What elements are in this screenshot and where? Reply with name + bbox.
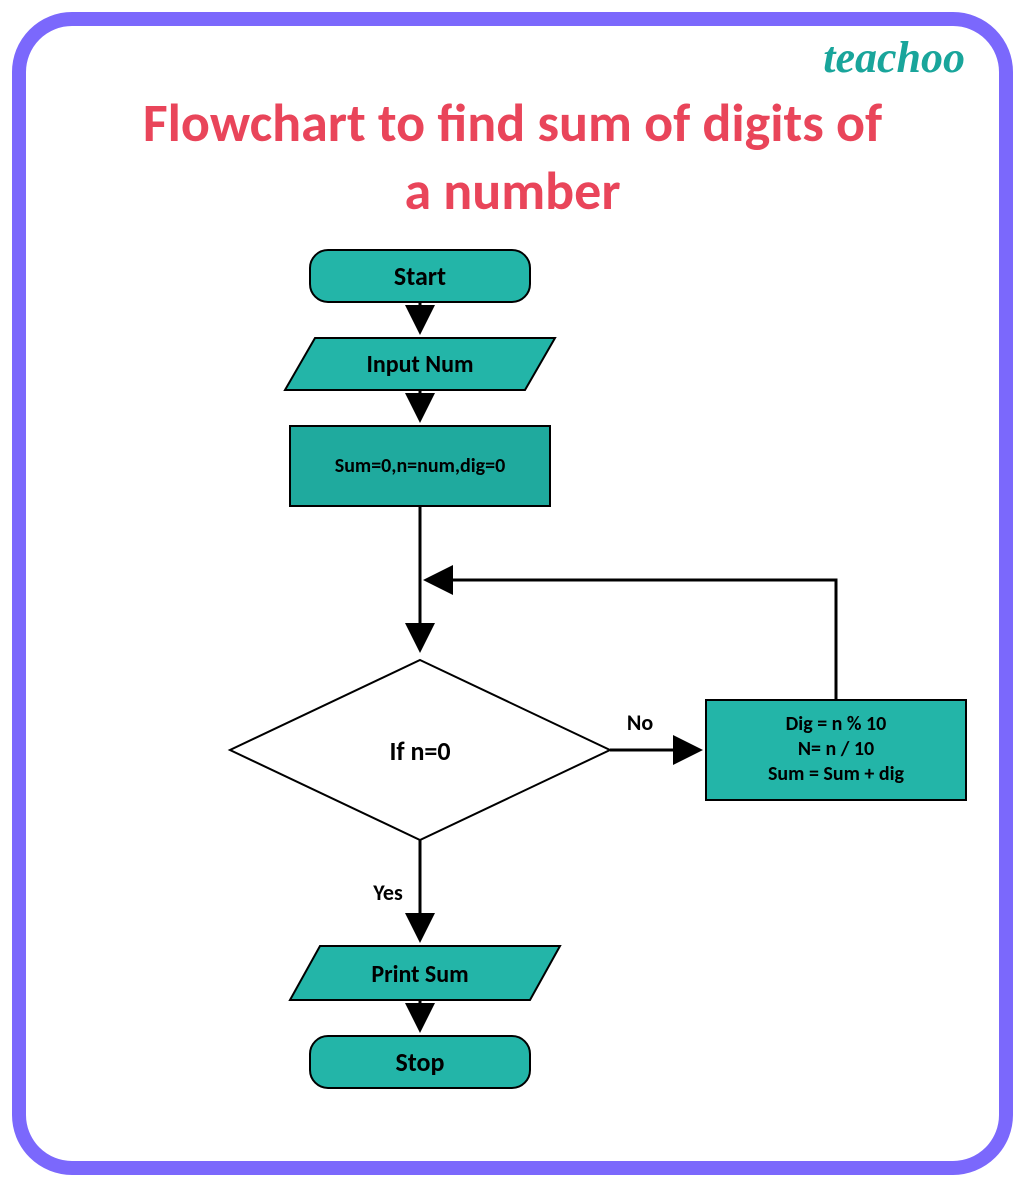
node-input-label: Input Num xyxy=(367,350,474,379)
page-title: Flowchart to find sum of digits of a num… xyxy=(0,90,1025,225)
node-stop-label: Stop xyxy=(396,1046,445,1078)
node-process-l1: Dig = n % 10 xyxy=(786,712,887,736)
node-print-label: Print Sum xyxy=(371,960,468,989)
node-process-l2: N= n / 10 xyxy=(798,737,874,761)
flowchart-svg: Start Input Num Sum=0,n=num,dig=0 If n=0… xyxy=(0,240,1025,1180)
brand-logo: teachoo xyxy=(823,32,965,83)
arrow-loop-back xyxy=(426,580,836,700)
node-process-l3: Sum = Sum + dig xyxy=(768,762,905,786)
node-start-label: Start xyxy=(394,260,446,292)
node-init-label: Sum=0,n=num,dig=0 xyxy=(335,454,506,478)
label-yes: Yes xyxy=(372,879,403,906)
title-line-2: a number xyxy=(404,158,620,224)
title-line-1: Flowchart to find sum of digits of xyxy=(143,90,882,156)
node-decision-label: If n=0 xyxy=(389,735,450,767)
label-no: No xyxy=(627,709,653,736)
